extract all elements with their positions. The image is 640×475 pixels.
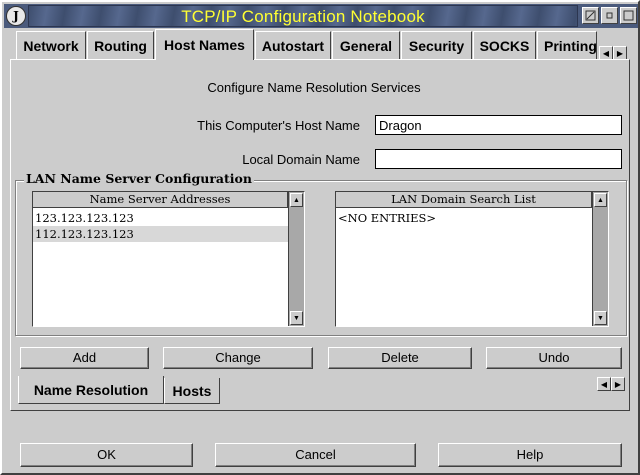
change-button[interactable]: Change [163, 347, 313, 369]
domain-search-list-header: LAN Domain Search List [336, 192, 592, 208]
restore-icon[interactable] [601, 7, 618, 24]
domain-search-scrollbar[interactable]: ▲ ▼ [592, 192, 608, 326]
domain-name-field[interactable] [375, 149, 622, 169]
minor-tab-scroll-left-icon[interactable]: ◀ [597, 377, 611, 391]
tab-socks[interactable]: SOCKS [473, 31, 536, 59]
tab-host-names[interactable]: Host Names [155, 29, 254, 60]
delete-button[interactable]: Delete [328, 347, 472, 369]
host-name-label: This Computer's Host Name [197, 118, 360, 133]
title-bar[interactable]: J TCP/IP Configuration Notebook [4, 4, 638, 28]
system-menu-icon[interactable]: J [6, 6, 26, 26]
tab-scroll-left-icon[interactable]: ◀ [599, 46, 613, 60]
tab-general[interactable]: General [332, 31, 400, 59]
lan-group-title: LAN Name Server Configuration [24, 171, 254, 186]
tab-name-resolution[interactable]: Name Resolution [18, 376, 164, 404]
list-item[interactable]: 123.123.123.123 [33, 210, 288, 226]
tab-security[interactable]: Security [401, 31, 472, 59]
tab-network[interactable]: Network [16, 31, 86, 59]
page-heading: Configure Name Resolution Services [207, 80, 421, 95]
scroll-down-icon[interactable]: ▼ [290, 311, 303, 325]
cancel-button[interactable]: Cancel [215, 443, 416, 467]
undo-button[interactable]: Undo [486, 347, 622, 369]
scroll-up-icon[interactable]: ▲ [594, 193, 607, 207]
minor-tab-scroll-right-icon[interactable]: ▶ [611, 377, 625, 391]
name-server-list-header: Name Server Addresses [33, 192, 288, 208]
scroll-down-icon[interactable]: ▼ [594, 311, 607, 325]
ok-button[interactable]: OK [20, 443, 193, 467]
help-button[interactable]: Help [438, 443, 622, 467]
domain-name-label: Local Domain Name [242, 152, 360, 167]
window-title: TCP/IP Configuration Notebook [181, 7, 425, 26]
tab-scroll-right-icon[interactable]: ▶ [613, 46, 627, 60]
list-item[interactable]: <NO ENTRIES> [336, 210, 592, 226]
name-server-list[interactable]: Name Server Addresses 123.123.123.123 11… [32, 191, 305, 327]
list-item[interactable]: 112.123.123.123 [33, 226, 288, 242]
tab-hosts[interactable]: Hosts [164, 378, 220, 404]
name-server-scrollbar[interactable]: ▲ ▼ [288, 192, 304, 326]
close-icon[interactable] [620, 7, 637, 24]
title-area: TCP/IP Configuration Notebook [28, 5, 578, 27]
tab-printing[interactable]: Printing [537, 31, 597, 59]
minimize-icon[interactable] [582, 7, 599, 24]
add-button[interactable]: Add [20, 347, 149, 369]
tcpip-notebook-window: J TCP/IP Configuration Notebook Network … [0, 0, 640, 475]
domain-search-list[interactable]: LAN Domain Search List <NO ENTRIES> ▲ ▼ [335, 191, 609, 327]
tab-routing[interactable]: Routing [87, 31, 154, 59]
host-name-field[interactable] [375, 115, 622, 135]
scroll-up-icon[interactable]: ▲ [290, 193, 303, 207]
tab-autostart[interactable]: Autostart [255, 31, 331, 59]
